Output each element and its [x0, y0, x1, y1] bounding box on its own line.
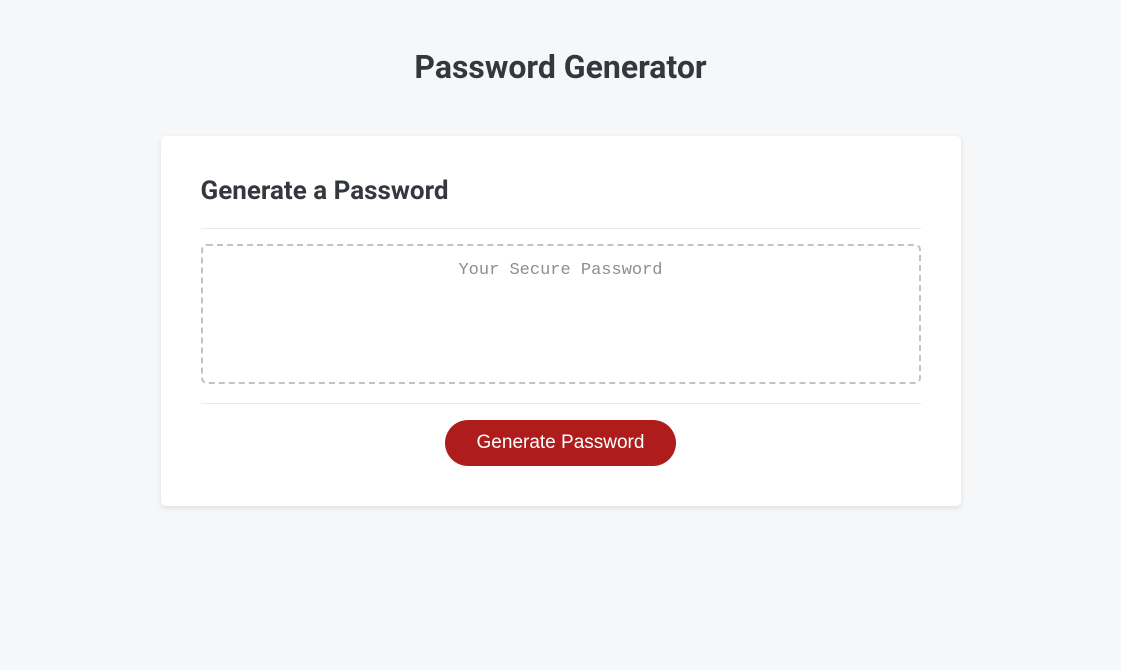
password-output[interactable] [201, 244, 921, 384]
generator-card: Generate a Password Generate Password [161, 136, 961, 506]
card-body [201, 229, 921, 404]
card-header: Generate a Password [201, 176, 921, 229]
generate-button[interactable]: Generate Password [445, 420, 677, 466]
card-footer: Generate Password [201, 404, 921, 466]
page-title: Password Generator [161, 48, 961, 86]
main-wrapper: Password Generator Generate a Password G… [161, 0, 961, 506]
card-title: Generate a Password [201, 176, 921, 206]
